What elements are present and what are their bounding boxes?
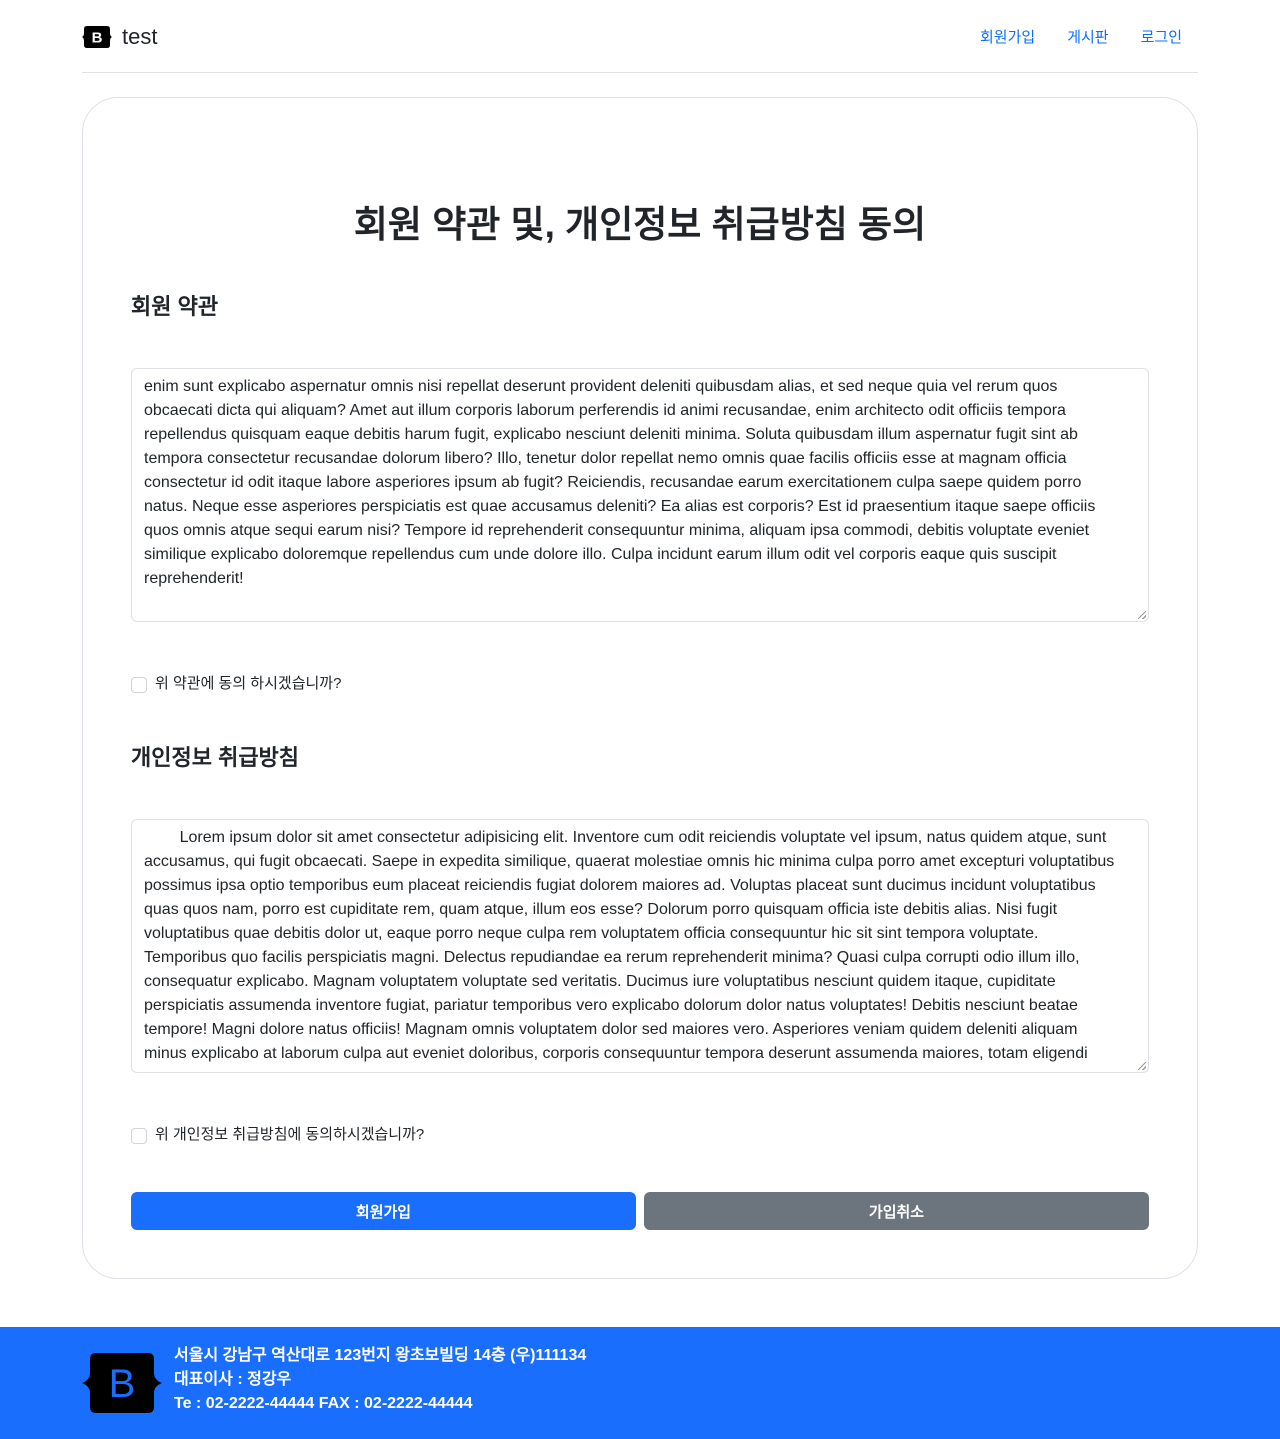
privacy-agree-label: 위 개인정보 취급방침에 동의하시겠습니까? bbox=[155, 1126, 425, 1143]
site-header: B test 회원가입 게시판 로그인 bbox=[82, 0, 1198, 73]
text-line: quas quos nam, porro est cupiditate rem,… bbox=[144, 901, 1058, 918]
terms-heading: 회원 약관 bbox=[131, 294, 219, 319]
text-line: perspiciatis assumenda inventore fugiat,… bbox=[144, 997, 1078, 1014]
terms-textarea[interactable]: enim sunt explicabo aspernatur omnis nis… bbox=[131, 368, 1149, 622]
text-line: reprehenderit! bbox=[144, 570, 244, 587]
company-contact: Te : 02-2222-44444 FAX : 02-2222-44444 bbox=[174, 1395, 473, 1412]
text-line: voluptatibus quae debitis dolor ut, eaqu… bbox=[144, 925, 1039, 942]
text-line: accusamus, qui fugit obcaecati. Saepe in… bbox=[144, 853, 1115, 870]
brand-name: test bbox=[122, 24, 158, 49]
cancel-button[interactable]: 가입취소 bbox=[644, 1192, 1149, 1230]
text-line: similique explicabo doloremque repellend… bbox=[144, 546, 1057, 563]
footer-logo-letter: B bbox=[109, 1362, 136, 1406]
terms-agree-label: 위 약관에 동의 하시겠습니까? bbox=[155, 675, 342, 692]
brand-logo-letter: B bbox=[92, 30, 103, 47]
signup-button[interactable]: 회원가입 bbox=[131, 1192, 636, 1230]
text-line: obcaecati dicta qui aliquam? Amet aut il… bbox=[144, 402, 1066, 419]
site-footer: B 서울시 강남구 역산대로 123번지 왕초보빌딩 14층 (우)111134… bbox=[0, 1327, 1280, 1439]
privacy-agree-row[interactable]: 위 개인정보 취급방침에 동의하시겠습니까? bbox=[131, 1123, 424, 1144]
resize-handle-icon[interactable] bbox=[1138, 1062, 1146, 1070]
privacy-text: Lorem ipsum dolor sit amet consectetur a… bbox=[144, 826, 1136, 1066]
page-title: 회원 약관 및, 개인정보 취급방침 동의 bbox=[353, 204, 927, 245]
text-line: consequatur explicabo. Magnam voluptatem… bbox=[144, 973, 1056, 990]
privacy-textarea[interactable]: Lorem ipsum dolor sit amet consectetur a… bbox=[131, 819, 1149, 1073]
text-line: natus. Neque esse asperiores perspiciati… bbox=[144, 498, 1096, 515]
bootstrap-logo-icon: B bbox=[82, 26, 112, 48]
text-line: quos omnis atque sequi earum nisi? Tempo… bbox=[144, 522, 1090, 539]
nav-link-board[interactable]: 게시판 bbox=[1051, 18, 1124, 55]
resize-handle-icon[interactable] bbox=[1138, 611, 1146, 619]
text-line: tempore! Magni dolore natus officiis! Ma… bbox=[144, 1021, 1078, 1038]
text-line: repellendus quisquam eaque debitis harum… bbox=[144, 426, 1078, 443]
top-nav: 회원가입 게시판 로그인 bbox=[964, 18, 1198, 55]
privacy-agree-checkbox[interactable] bbox=[131, 1127, 147, 1144]
terms-agree-row[interactable]: 위 약관에 동의 하시겠습니까? bbox=[131, 672, 341, 693]
company-info: 서울시 강남구 역산대로 123번지 왕초보빌딩 14층 (우)111134 대… bbox=[174, 1344, 586, 1416]
text-line: minus explicabo at laborum culpa aut eve… bbox=[144, 1045, 1088, 1062]
text-line: Lorem ipsum dolor sit amet consectetur a… bbox=[144, 829, 1107, 846]
text-line: possimus ipsa optio temporibus eum place… bbox=[144, 877, 1096, 894]
nav-link-login[interactable]: 로그인 bbox=[1125, 18, 1198, 55]
text-line: tempora consectetur recusandae dolorum l… bbox=[144, 450, 1067, 467]
nav-link-signup[interactable]: 회원가입 bbox=[964, 18, 1051, 55]
text-line: Temporibus quo facilis perspiciatis magn… bbox=[144, 949, 1080, 966]
terms-text: enim sunt explicabo aspernatur omnis nis… bbox=[144, 375, 1136, 591]
brand[interactable]: B test bbox=[82, 22, 157, 50]
text-line: consectetur id odit itaque labore asperi… bbox=[144, 474, 1082, 491]
privacy-heading: 개인정보 취급방침 bbox=[131, 745, 300, 770]
company-address: 서울시 강남구 역산대로 123번지 왕초보빌딩 14층 (우)111134 bbox=[174, 1347, 587, 1364]
bootstrap-logo-icon: B bbox=[82, 1353, 162, 1413]
text-line: enim sunt explicabo aspernatur omnis nis… bbox=[144, 378, 1058, 395]
company-ceo: 대표이사 : 정강우 bbox=[174, 1371, 292, 1388]
terms-agree-checkbox[interactable] bbox=[131, 676, 147, 693]
agreement-card: 회원 약관 및, 개인정보 취급방침 동의 회원 약관 enim sunt ex… bbox=[82, 97, 1198, 1279]
